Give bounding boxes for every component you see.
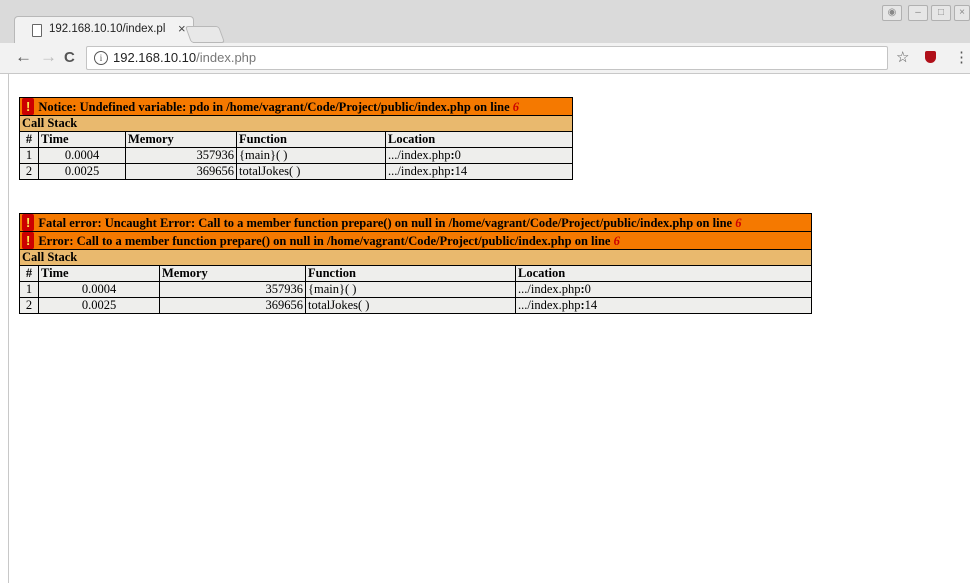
row-function: totalJokes( ) [236, 163, 386, 180]
warning-icon: ! [22, 232, 35, 249]
table-row: 2 0.0025 369656 totalJokes( ) .../index.… [19, 297, 812, 314]
notice-line: 6 [512, 100, 520, 114]
row-num: 2 [19, 297, 39, 314]
info-icon[interactable]: i [94, 51, 108, 65]
col-header-location: Location [385, 131, 573, 148]
warning-icon: ! [22, 98, 35, 115]
error-header: ! Error: Call to a member function prepar… [19, 231, 812, 250]
new-tab-button[interactable] [184, 26, 226, 43]
fatal-line: 6 [735, 216, 742, 230]
location-line: 14 [584, 298, 598, 312]
error-message: Error: Call to a member function prepare… [38, 234, 614, 248]
maximize-button[interactable]: □ [931, 5, 951, 21]
row-memory: 369656 [125, 163, 237, 180]
call-stack-label: Call Stack [19, 115, 573, 132]
col-header-location: Location [515, 265, 812, 282]
row-time: 0.0004 [38, 281, 160, 298]
error-line: 6 [613, 234, 620, 248]
row-function: {main}( ) [236, 147, 386, 164]
location-line: 14 [454, 164, 468, 178]
row-num: 1 [19, 147, 39, 164]
tab-title: 192.168.10.10/index.pl [49, 23, 166, 35]
url-text[interactable]: 192.168.10.10/index.php [113, 50, 256, 65]
ublock-shield-icon[interactable] [925, 51, 936, 63]
col-header-num: # [19, 131, 39, 148]
location-line: 0 [454, 148, 461, 162]
notice-table: ! Notice: Undefined variable: pdo in /hom… [19, 97, 573, 180]
bookmark-star-icon[interactable]: ☆ [896, 48, 909, 66]
row-memory: 357936 [159, 281, 306, 298]
menu-icon[interactable]: ⋮ [954, 48, 969, 66]
col-header-function: Function [305, 265, 516, 282]
location-file: .../index.php [388, 164, 451, 178]
row-location[interactable]: .../index.php:0 [515, 281, 812, 298]
row-function: {main}( ) [305, 281, 516, 298]
address-bar[interactable]: i 192.168.10.10/index.php [86, 46, 888, 70]
browser-toolbar: ← → C i 192.168.10.10/index.php ☆ ⋮ [0, 43, 970, 74]
call-stack-label: Call Stack [19, 249, 812, 266]
url-host: 192.168.10.10 [113, 50, 197, 65]
profile-icon[interactable]: ◉ [882, 5, 902, 21]
table-row: 2 0.0025 369656 totalJokes( ) .../index.… [19, 163, 573, 180]
close-window-button[interactable]: × [954, 5, 970, 21]
reload-icon[interactable]: C [64, 49, 75, 66]
row-memory: 357936 [125, 147, 237, 164]
row-time: 0.0004 [38, 147, 126, 164]
url-path: /index.php [196, 50, 257, 65]
location-file: .../index.php [518, 298, 581, 312]
forward-icon[interactable]: → [40, 47, 57, 67]
col-header-memory: Memory [125, 131, 237, 148]
col-header-function: Function [236, 131, 386, 148]
col-header-memory: Memory [159, 265, 306, 282]
location-file: .../index.php [388, 148, 451, 162]
location-line: 0 [584, 282, 591, 296]
row-memory: 369656 [159, 297, 306, 314]
row-location[interactable]: .../index.php:0 [385, 147, 573, 164]
minimize-button[interactable]: – [908, 5, 928, 21]
row-location[interactable]: .../index.php:14 [515, 297, 812, 314]
fatal-error-table: ! Fatal error: Uncaught Error: Call to a … [19, 213, 812, 314]
fatal-message: Fatal error: Uncaught Error: Call to a m… [38, 216, 736, 230]
notice-header: ! Notice: Undefined variable: pdo in /hom… [19, 97, 573, 116]
col-header-num: # [19, 265, 39, 282]
table-row: 1 0.0004 357936 {main}( ) .../index.php:… [19, 281, 812, 298]
browser-tab[interactable]: 192.168.10.10/index.pl × [14, 16, 194, 44]
row-time: 0.0025 [38, 297, 160, 314]
tab-close-icon[interactable]: × [178, 21, 186, 36]
warning-icon: ! [22, 214, 35, 231]
document-icon [32, 24, 42, 37]
back-icon[interactable]: ← [15, 47, 32, 67]
notice-message: Notice: Undefined variable: pdo in /home… [38, 100, 513, 114]
col-header-time: Time [38, 131, 126, 148]
fatal-header: ! Fatal error: Uncaught Error: Call to a … [19, 213, 812, 232]
row-time: 0.0025 [38, 163, 126, 180]
col-header-time: Time [38, 265, 160, 282]
table-row: 1 0.0004 357936 {main}( ) .../index.php:… [19, 147, 573, 164]
row-location[interactable]: .../index.php:14 [385, 163, 573, 180]
row-num: 2 [19, 163, 39, 180]
location-file: .../index.php [518, 282, 581, 296]
tab-strip: 192.168.10.10/index.pl × ◉ – □ × [0, 0, 970, 44]
row-function: totalJokes( ) [305, 297, 516, 314]
row-num: 1 [19, 281, 39, 298]
